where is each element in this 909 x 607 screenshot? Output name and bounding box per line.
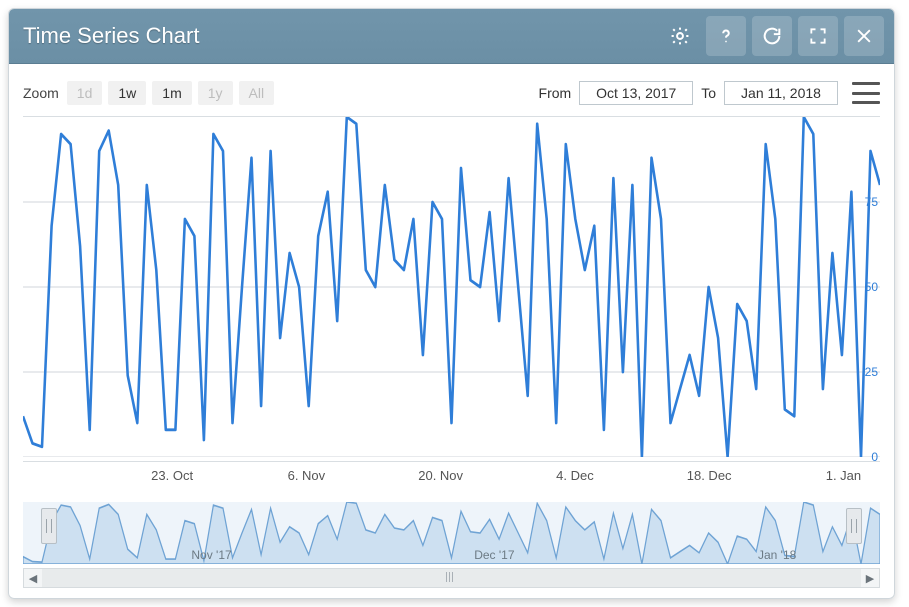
close-icon[interactable] [844, 16, 884, 56]
navigator[interactable]: Nov '17 Dec '17 Jan '18 [23, 502, 880, 564]
zoom-1w[interactable]: 1w [108, 81, 146, 105]
to-input[interactable] [724, 81, 838, 105]
x-axis: 23. Oct 6. Nov 20. Nov 4. Dec 18. Dec 1. Jan [23, 461, 880, 488]
nav-handle-left[interactable] [41, 508, 57, 544]
x-tick: 20. Nov [418, 468, 463, 483]
y-tick: 75 [865, 195, 878, 209]
nav-tick: Nov '17 [191, 548, 231, 562]
from-input[interactable] [579, 81, 693, 105]
refresh-icon[interactable] [752, 16, 792, 56]
chart-toolbar: Zoom 1d1w1m 1yAll From To [23, 78, 880, 108]
panel: Time Series Chart Zoom 1d1w1m 1yAll From … [8, 8, 895, 599]
panel-title: Time Series Chart [23, 23, 654, 49]
scroll-right-icon[interactable]: ▶ [861, 569, 879, 587]
scroll-track[interactable] [42, 569, 861, 587]
nav-handle-right[interactable] [846, 508, 862, 544]
title-bar: Time Series Chart [9, 9, 894, 64]
zoom-1m[interactable]: 1m [152, 81, 191, 105]
zoom-1d: 1d [67, 81, 103, 105]
help-icon[interactable] [706, 16, 746, 56]
gear-icon[interactable] [660, 16, 700, 56]
zoom-label: Zoom [23, 85, 59, 101]
zoom-buttons: 1d1w1m 1yAll [67, 81, 280, 105]
fullscreen-icon[interactable] [798, 16, 838, 56]
x-tick: 1. Jan [826, 468, 861, 483]
hamburger-icon[interactable] [852, 82, 880, 104]
zoom-All: All [239, 81, 275, 105]
scrollbar[interactable]: ◀ ▶ [23, 568, 880, 588]
x-tick: 6. Nov [288, 468, 326, 483]
x-tick: 4. Dec [556, 468, 594, 483]
chart-plot[interactable]: 0255075 [23, 116, 880, 457]
scroll-left-icon[interactable]: ◀ [24, 569, 42, 587]
nav-tick: Jan '18 [758, 548, 796, 562]
x-tick: 23. Oct [151, 468, 193, 483]
to-label: To [701, 85, 716, 101]
y-tick: 25 [865, 365, 878, 379]
nav-tick: Dec '17 [474, 548, 514, 562]
from-label: From [539, 85, 572, 101]
zoom-1y: 1y [198, 81, 233, 105]
x-tick: 18. Dec [687, 468, 732, 483]
panel-body: Zoom 1d1w1m1yAll From To 0255075 23. Oct… [9, 64, 894, 598]
y-tick: 50 [865, 280, 878, 294]
